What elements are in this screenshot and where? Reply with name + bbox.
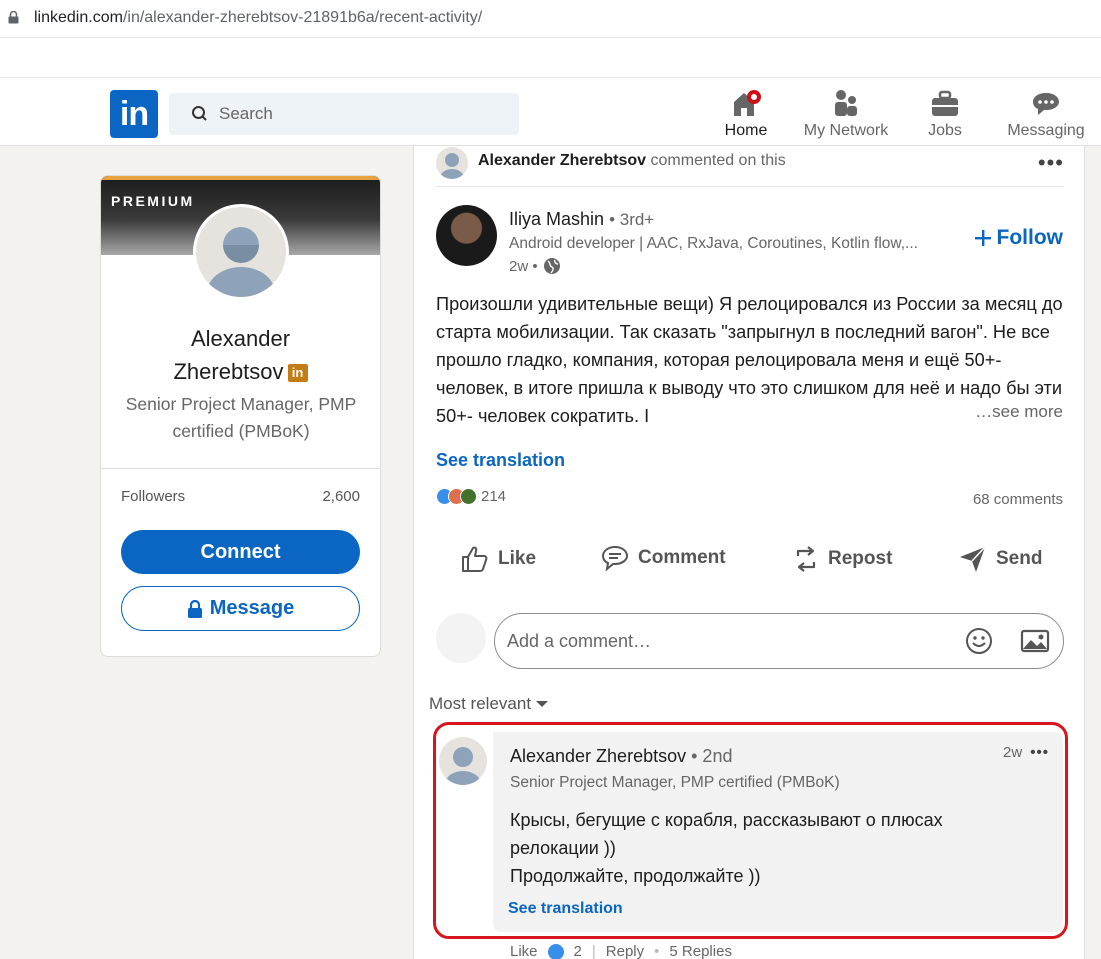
linkedin-premium-badge-icon: in (287, 364, 308, 383)
activity-action: commented on this (650, 152, 786, 169)
comment-input-box[interactable] (494, 613, 1064, 669)
bookmarks-bar (0, 38, 1101, 78)
activity-header: Alexander Zherebtsov commented on this •… (436, 146, 1064, 187)
caret-down-icon (536, 701, 549, 707)
post-time-text: 2w • (509, 257, 538, 275)
separator-dot: • (654, 943, 660, 959)
send-label: Send (996, 548, 1043, 569)
post-author-name-text: Iliya Mashin (509, 209, 605, 229)
feed-post: Alexander Zherebtsov commented on this •… (413, 146, 1085, 959)
message-button-label: Message (209, 597, 295, 619)
post-actions: Like Comment Repost Send (436, 544, 1066, 582)
post-author-avatar[interactable] (436, 205, 497, 266)
thumbs-up-icon (462, 546, 488, 572)
post-author-headline: Android developer | AAC, RxJava, Corouti… (509, 235, 918, 252)
send-button[interactable]: Send (958, 544, 1042, 574)
send-icon (960, 546, 986, 572)
activity-actor-name[interactable]: Alexander Zherebtsov (478, 152, 646, 169)
browser-address-bar[interactable]: linkedin.com/in/alexander-zherebtsov-218… (0, 0, 1101, 38)
more-options-icon[interactable]: ••• (1038, 150, 1064, 176)
celebrate-reaction-icon (460, 488, 477, 505)
briefcase-icon (932, 90, 958, 116)
sort-label: Most relevant (429, 694, 532, 713)
premium-label: PREMIUM (111, 193, 195, 209)
message-button[interactable]: Message (121, 586, 360, 631)
top-navigation: in Home My Network (0, 78, 1101, 146)
globe-icon (543, 258, 560, 274)
like-button[interactable]: Like (460, 544, 536, 574)
profile-name-last: Zherebtsov (173, 359, 284, 384)
reactions-summary[interactable]: 214 (436, 488, 506, 505)
messaging-icon (1033, 93, 1059, 115)
post-author-name[interactable]: Iliya Mashin • 3rd+ (509, 209, 654, 230)
follow-label: Follow (996, 226, 1064, 249)
see-translation-link[interactable]: See translation (436, 450, 565, 471)
sort-comments-dropdown[interactable]: Most relevant (429, 694, 549, 714)
comments-count[interactable]: 68 comments (973, 491, 1063, 508)
annotation-highlight-box (433, 722, 1068, 939)
nav-my-network[interactable]: My Network (798, 84, 894, 140)
see-more-link[interactable]: …see more (969, 402, 1063, 422)
profile-name-first: Alexander (190, 326, 291, 351)
separator: | (591, 943, 596, 959)
repost-button[interactable]: Repost (792, 544, 892, 574)
followers-count: 2,600 (322, 488, 360, 505)
profile-avatar[interactable] (193, 204, 289, 300)
profile-name[interactable]: Alexander Zherebtsov in (101, 322, 380, 388)
nav-messaging[interactable]: Messaging (1003, 84, 1089, 140)
like-label: Like (498, 548, 537, 569)
comment-icon (601, 545, 629, 572)
nav-my-network-label: My Network (803, 122, 889, 139)
network-icon (835, 90, 857, 116)
post-timestamp: 2w • (509, 257, 561, 275)
search-input[interactable] (219, 103, 499, 125)
activity-text: Alexander Zherebtsov commented on this (478, 152, 786, 170)
default-avatar-icon (196, 207, 286, 297)
comment-label: Comment (638, 547, 726, 568)
like-reaction-icon (547, 943, 564, 959)
plus-icon (974, 230, 991, 246)
nav-messaging-label: Messaging (1007, 122, 1085, 139)
default-avatar-icon (440, 153, 464, 179)
image-icon[interactable] (1020, 628, 1050, 654)
home-icon (734, 90, 761, 116)
comment-like-count: 2 (573, 943, 582, 959)
connect-button[interactable]: Connect (121, 530, 360, 574)
comment-reply-button[interactable]: Reply (606, 943, 644, 959)
divider (101, 468, 380, 469)
activity-actor-avatar[interactable] (436, 147, 468, 179)
profile-headline: Senior Project Manager, PMP certified (P… (125, 394, 357, 441)
comment-like-button[interactable]: Like (510, 943, 538, 959)
follow-button[interactable]: Follow (974, 226, 1064, 250)
lock-icon (187, 599, 202, 618)
premium-stripe (101, 176, 380, 180)
search-icon (192, 106, 207, 121)
search-bar[interactable] (169, 93, 519, 135)
lock-icon (8, 11, 19, 24)
emoji-icon[interactable] (965, 627, 993, 655)
connection-degree: • 3rd+ (609, 210, 655, 229)
nav-home[interactable]: Home (720, 84, 772, 140)
repost-label: Repost (828, 548, 893, 569)
nav-home-label: Home (724, 122, 768, 139)
followers-label: Followers (121, 488, 186, 505)
reaction-count: 214 (481, 488, 507, 505)
profile-card: PREMIUM Alexander Zherebtsov in Senior Pr… (100, 175, 381, 657)
current-user-avatar (436, 613, 486, 663)
comment-replies-link[interactable]: 5 Replies (669, 943, 732, 959)
repost-icon (796, 546, 816, 572)
url-text: linkedin.com/in/alexander-zherebtsov-218… (34, 9, 483, 26)
comment-actions: Like 2 | Reply • 5 Replies (510, 943, 732, 959)
comment-button[interactable]: Comment (600, 544, 726, 572)
nav-jobs[interactable]: Jobs (920, 84, 970, 140)
nav-jobs-label: Jobs (928, 122, 962, 139)
comment-input[interactable] (507, 628, 927, 654)
linkedin-logo[interactable]: in (110, 90, 158, 138)
